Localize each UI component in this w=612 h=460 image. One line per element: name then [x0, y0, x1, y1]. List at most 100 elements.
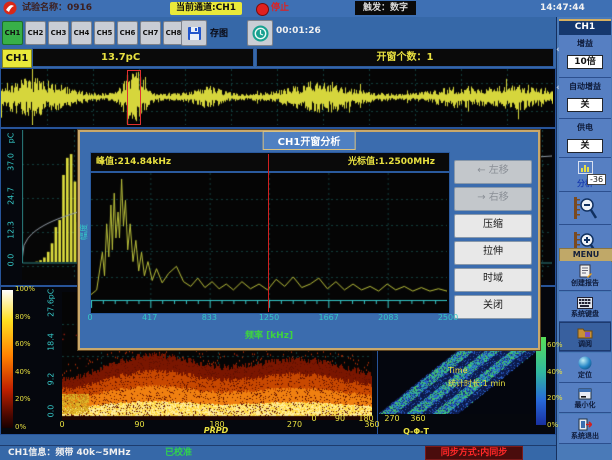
waterfall-colorbar-tick-0: 60% [547, 341, 563, 349]
waveform-selection-box[interactable] [127, 70, 141, 125]
sync-mode-badge: 同步方式:内同步 [425, 446, 523, 460]
window-count-box: 开窗个数：1 [256, 48, 554, 67]
menu-item-5[interactable]: 最小化 [559, 383, 611, 413]
menu-item-label: 调阅 [559, 339, 611, 349]
menu-item-1[interactable]: 创建报告 [559, 261, 611, 291]
floppy-icon [187, 26, 202, 41]
power-label: 供电 [559, 122, 611, 133]
dialog-x-tick-0: 0 [87, 313, 92, 322]
prpd-x-tick-3: 270 [287, 420, 302, 429]
dialog-title[interactable]: CH1开窗分析 [263, 131, 356, 150]
dialog-y-axis-label: 幅度 [79, 224, 90, 240]
prpd-x-tick-0: 0 [59, 420, 64, 429]
prpd-colorbar-tick-0: 100% [15, 285, 35, 293]
frequency-cursor-line[interactable] [268, 154, 269, 312]
app-logo [3, 1, 17, 15]
sidebar: CH1 « « 增益 10倍 自动增益 关 供电 关 分析 [556, 17, 612, 460]
dialog-x-axis-label: 频率 [kHz] [90, 328, 448, 341]
analysis-chart-icon [578, 161, 593, 174]
prpd-y-tick-1: 27.6 [47, 299, 56, 317]
sidebar-channel-tab[interactable]: CH1 [559, 19, 611, 35]
waveform-canvas[interactable] [1, 69, 553, 125]
test-name-value: 0916 [67, 3, 92, 13]
menu-item-label: 系统键盘 [559, 309, 611, 319]
top-bar: 试验名称：0916 当前通道:CH1 停止 触发：数字 14:47:44 [0, 0, 612, 18]
channel-button-ch5[interactable]: CH5 [94, 21, 115, 45]
current-channel-badge: 当前通道:CH1 [170, 2, 242, 15]
dialog-spectrum-canvas[interactable] [91, 173, 447, 311]
menu-item-label: 系统退出 [559, 431, 611, 441]
calibrated-badge: 已校准 [165, 446, 192, 460]
waterfall-colorbar-tick-3: 0% [547, 421, 558, 429]
dialog-spectrum-plot[interactable] [90, 172, 450, 314]
waterfall-x-tick-0: 0 [311, 414, 316, 423]
channel-button-ch6[interactable]: CH6 [117, 21, 138, 45]
keyboard-icon [559, 294, 611, 309]
prpd-y-tick-4: 0.0 [47, 405, 56, 418]
dialog-info-strip: 峰值:214.84kHz 光标值:1.2500MHz [90, 152, 450, 172]
clock: 14:47:44 [540, 1, 585, 16]
dialog-button-3[interactable]: 拉伸 [454, 241, 532, 265]
waveform-panel[interactable] [0, 68, 556, 128]
spectrum-y-tick-1: 37.0 [7, 153, 16, 171]
dialog-x-tick-6: 2500 [438, 313, 458, 322]
auto-gain-label: 自动增益 [559, 81, 611, 92]
gain-button[interactable]: 增益 10倍 [559, 35, 611, 78]
waterfall-x-tick-1: 90 [335, 414, 345, 423]
channel-info-text: CH1信息：频带 40k~5MHz [8, 446, 131, 460]
gain-label: 增益 [559, 38, 611, 49]
prpd-y-tick-0: pC [47, 289, 56, 300]
timer-button[interactable] [247, 20, 273, 46]
channel-button-ch7[interactable]: CH7 [140, 21, 161, 45]
save-image-label: 存图 [210, 26, 228, 39]
minimize-icon [559, 385, 611, 400]
menu-item-label: 定位 [559, 370, 611, 380]
dialog-x-tick-3: 1250 [259, 313, 279, 322]
waterfall-colorbar-tick-2: 20% [547, 394, 563, 402]
waterfall-x-tick-3: 270 [384, 414, 399, 423]
dialog-x-tick-5: 2083 [378, 313, 398, 322]
channel-button-ch1[interactable]: CH1 [2, 21, 23, 45]
dialog-button-4[interactable]: 时域 [454, 268, 532, 292]
prpd-x-tick-2: 180 [209, 420, 224, 429]
dialog-button-2[interactable]: 压缩 [454, 214, 532, 238]
sphere-icon [559, 355, 611, 370]
waterfall-time-label: Time [448, 366, 468, 375]
prpd-colorbar-tick-1: 80% [15, 313, 31, 321]
save-image-button[interactable] [181, 20, 207, 46]
channel-row: CH1CH2CH3CH4CH5CH6CH7CH8 [2, 21, 184, 45]
dialog-button-1: → 右移 [454, 187, 532, 211]
menu-item-3[interactable]: 调阅 [559, 322, 611, 352]
dialog-button-5[interactable]: 关闭 [454, 295, 532, 319]
waterfall-colorbar-tick-1: 40% [547, 368, 563, 376]
menu-item-4[interactable]: 定位 [559, 353, 611, 383]
dialog-x-tick-4: 1667 [318, 313, 338, 322]
channel-button-ch2[interactable]: CH2 [25, 21, 46, 45]
power-button[interactable]: 供电 关 [559, 119, 611, 158]
peak-value: 峰值:214.84kHz [96, 153, 171, 171]
menu-header: MENU [559, 248, 612, 262]
channel-button-ch4[interactable]: CH4 [71, 21, 92, 45]
spectrum-y-tick-4: 0.0 [7, 254, 16, 267]
menu-item-6[interactable]: 系统退出 [559, 414, 611, 444]
window-analysis-dialog: CH1开窗分析 峰值:214.84kHz 光标值:1.2500MHz 幅度 频率… [78, 130, 540, 350]
menu-item-label: 创建报告 [559, 278, 611, 288]
timer-value: 00:01:26 [276, 26, 321, 36]
cursor-value: 光标值:1.2500MHz [348, 153, 435, 171]
zoom-out-button[interactable] [559, 192, 611, 225]
channel-info-badge: CH1 [2, 49, 32, 68]
prpd-y-tick-3: 9.2 [47, 373, 56, 386]
spectrum-y-tick-2: 24.7 [7, 187, 16, 205]
amplitude-value: 13.7pC [101, 52, 140, 63]
waterfall-duration-label: 统计时长:1 min [448, 378, 505, 389]
prpd-colorbar [2, 290, 13, 428]
auto-gain-button[interactable]: 自动增益 关 [559, 78, 611, 119]
power-value: 关 [567, 139, 603, 153]
toolbar: CH1CH2CH3CH4CH5CH6CH7CH8 存图 00:01:26 [0, 17, 556, 48]
dialog-x-tick-1: 417 [142, 313, 157, 322]
menu-item-2[interactable]: 系统键盘 [559, 292, 611, 322]
prpd-colorbar-tick-4: 20% [15, 395, 31, 403]
channel-button-ch3[interactable]: CH3 [48, 21, 69, 45]
waterfall-x-tick-4: 360 [410, 414, 425, 423]
exit-icon [559, 416, 611, 431]
